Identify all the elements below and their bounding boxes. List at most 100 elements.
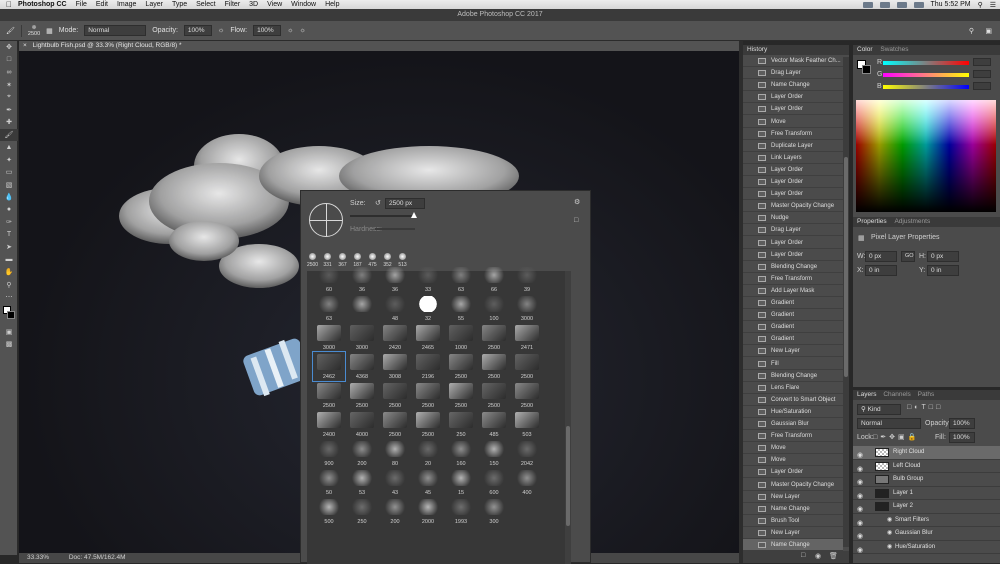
search-icon[interactable]: ⚲ xyxy=(969,27,974,35)
wifi-icon[interactable] xyxy=(879,1,890,8)
y-field[interactable]: 0 in xyxy=(927,265,959,276)
size-slider-handle[interactable] xyxy=(411,212,417,218)
brush-preset[interactable]: 2500 xyxy=(478,323,510,352)
history-step[interactable]: New Layer xyxy=(743,491,843,503)
history-step[interactable]: Master Opacity Change xyxy=(743,200,843,213)
brush-preset[interactable]: 2400 xyxy=(313,410,345,439)
brush-preset[interactable]: 900 xyxy=(313,439,345,468)
pressure-opacity-icon[interactable]: ☼ xyxy=(218,27,224,34)
document-tab[interactable]: × Lightbulb Fish.psd @ 33.3% (Right Clou… xyxy=(19,41,739,51)
history-step[interactable]: Name Change xyxy=(743,503,843,515)
brush-preset[interactable]: 2500 xyxy=(478,352,510,381)
brush-preset[interactable]: 500 xyxy=(313,497,345,526)
brush-preset[interactable]: 200 xyxy=(346,439,378,468)
history-scrollbar[interactable] xyxy=(843,57,849,547)
tab-color[interactable]: Color xyxy=(857,46,873,53)
menu-help[interactable]: Help xyxy=(325,1,339,8)
brush-preset[interactable]: 400 xyxy=(511,468,543,497)
airbrush-icon[interactable]: ☼ xyxy=(287,27,293,34)
history-step[interactable]: Gradient xyxy=(743,333,843,346)
brush-preset[interactable]: 2000 xyxy=(412,497,444,526)
history-step[interactable]: New Layer xyxy=(743,345,843,358)
delete-icon[interactable]: 🗑 xyxy=(829,552,838,560)
menu-app-name[interactable]: Photoshop CC xyxy=(18,1,67,8)
filter-visibility-icon[interactable]: ◉ xyxy=(887,527,892,540)
history-step[interactable]: Layer Order xyxy=(743,176,843,189)
path-select-tool-icon[interactable]: ➤ xyxy=(0,241,18,254)
history-step[interactable]: Drag Layer xyxy=(743,67,843,80)
filter-visibility-icon[interactable]: ◉ xyxy=(887,541,892,554)
brush-preset[interactable]: 503 xyxy=(511,410,543,439)
brush-preset[interactable]: 3000 xyxy=(346,323,378,352)
history-step[interactable]: Fill xyxy=(743,358,843,370)
hand-tool-icon[interactable]: ✋ xyxy=(0,266,18,279)
history-step[interactable]: Layer Order xyxy=(743,164,843,176)
x-field[interactable]: 0 in xyxy=(865,265,897,276)
menu-select[interactable]: Select xyxy=(196,1,215,8)
brush-preset[interactable]: 2471 xyxy=(511,323,543,352)
brush-preset[interactable]: 2196 xyxy=(412,352,444,381)
history-step[interactable]: Add Layer Mask xyxy=(743,285,843,297)
brush-preset[interactable]: 39 xyxy=(511,265,543,294)
brush-preset[interactable]: 2500 xyxy=(445,352,477,381)
b-slider[interactable] xyxy=(883,85,969,89)
history-step[interactable]: Master Opacity Change xyxy=(743,479,843,491)
eraser-tool-icon[interactable]: ▭ xyxy=(0,166,18,179)
snapshot-icon[interactable]: ◉ xyxy=(815,552,821,560)
brush-preset-picker[interactable]: ❉ 2500 xyxy=(28,25,40,37)
history-step[interactable]: Move xyxy=(743,454,843,467)
history-step[interactable]: Name Change xyxy=(743,539,843,551)
brush-preset[interactable]: 50 xyxy=(313,468,345,497)
brush-preset[interactable]: 53 xyxy=(346,468,378,497)
g-slider[interactable] xyxy=(883,73,969,77)
new-document-icon[interactable]: □ xyxy=(801,552,805,559)
settings-gear-icon[interactable]: ⚙ xyxy=(574,198,580,206)
brush-preset[interactable]: 2500 xyxy=(478,381,510,410)
h-field[interactable]: 0 px xyxy=(927,251,959,262)
gradient-tool-icon[interactable]: ▧ xyxy=(0,179,18,192)
history-tab[interactable]: History xyxy=(743,45,849,55)
zoom-level[interactable]: 33.33% xyxy=(27,554,49,561)
layer-row[interactable]: ◉ ◉ Hue/Saturation xyxy=(853,541,1000,557)
brush-preset[interactable]: 2465 xyxy=(412,323,444,352)
filter-kind-select[interactable]: ⚲ Kind xyxy=(857,404,901,415)
menu-image[interactable]: Image xyxy=(117,1,136,8)
apple-icon[interactable]:  xyxy=(0,0,18,9)
brush-preset[interactable]: 2500 xyxy=(412,381,444,410)
brush-preset[interactable]: 100 xyxy=(478,294,510,323)
brush-preset[interactable]: 43 xyxy=(379,468,411,497)
history-brush-tool-icon[interactable]: ✦ xyxy=(0,154,18,167)
clock[interactable]: Thu 5:52 PM xyxy=(931,1,971,8)
size-field[interactable]: 2500 px xyxy=(385,198,425,209)
flow-field[interactable]: 100% xyxy=(253,25,282,36)
lock-icons[interactable]: □✒✥▣🔒 xyxy=(873,433,919,441)
history-step[interactable]: Gradient xyxy=(743,321,843,334)
layer-row[interactable]: ◉ Layer 2 xyxy=(853,500,1000,514)
clone-stamp-tool-icon[interactable]: ▲ xyxy=(0,141,18,154)
visibility-eye-icon[interactable]: ◉ xyxy=(857,544,863,557)
pressure-size-icon[interactable]: ☼ xyxy=(300,27,306,34)
history-step[interactable]: Brush Tool xyxy=(743,515,843,527)
r-slider[interactable] xyxy=(883,61,969,65)
history-step[interactable]: Hue/Saturation xyxy=(743,406,843,418)
tab-layers[interactable]: Layers xyxy=(857,391,877,398)
tab-adjustments[interactable]: Adjustments xyxy=(894,218,930,225)
layer-opacity-field[interactable]: 100% xyxy=(949,418,975,429)
layer-row[interactable]: ◉ Left Cloud xyxy=(853,460,1000,473)
history-step[interactable]: Free Transform xyxy=(743,128,843,140)
doc-size[interactable]: Doc: 47.5M/162.4M xyxy=(69,554,126,561)
brush-preset[interactable]: 250 xyxy=(445,410,477,439)
brush-preset[interactable]: 15 xyxy=(445,468,477,497)
history-step[interactable]: Layer Order xyxy=(743,91,843,104)
brush-tool-preset-icon[interactable]: 🖌 xyxy=(6,27,15,35)
lasso-tool-icon[interactable]: ∞ xyxy=(0,66,18,79)
w-field[interactable]: 0 px xyxy=(865,251,897,262)
history-step[interactable]: Free Transform xyxy=(743,273,843,285)
more-tools-icon[interactable]: ⋯ xyxy=(0,291,18,304)
eyedropper-tool-icon[interactable]: ✒ xyxy=(0,104,18,117)
brush-preset[interactable]: 160 xyxy=(445,439,477,468)
history-step[interactable]: Drag Layer xyxy=(743,224,843,237)
r-field[interactable] xyxy=(973,58,991,66)
brush-preset[interactable]: 1000 xyxy=(445,323,477,352)
color-spectrum[interactable] xyxy=(856,100,996,212)
